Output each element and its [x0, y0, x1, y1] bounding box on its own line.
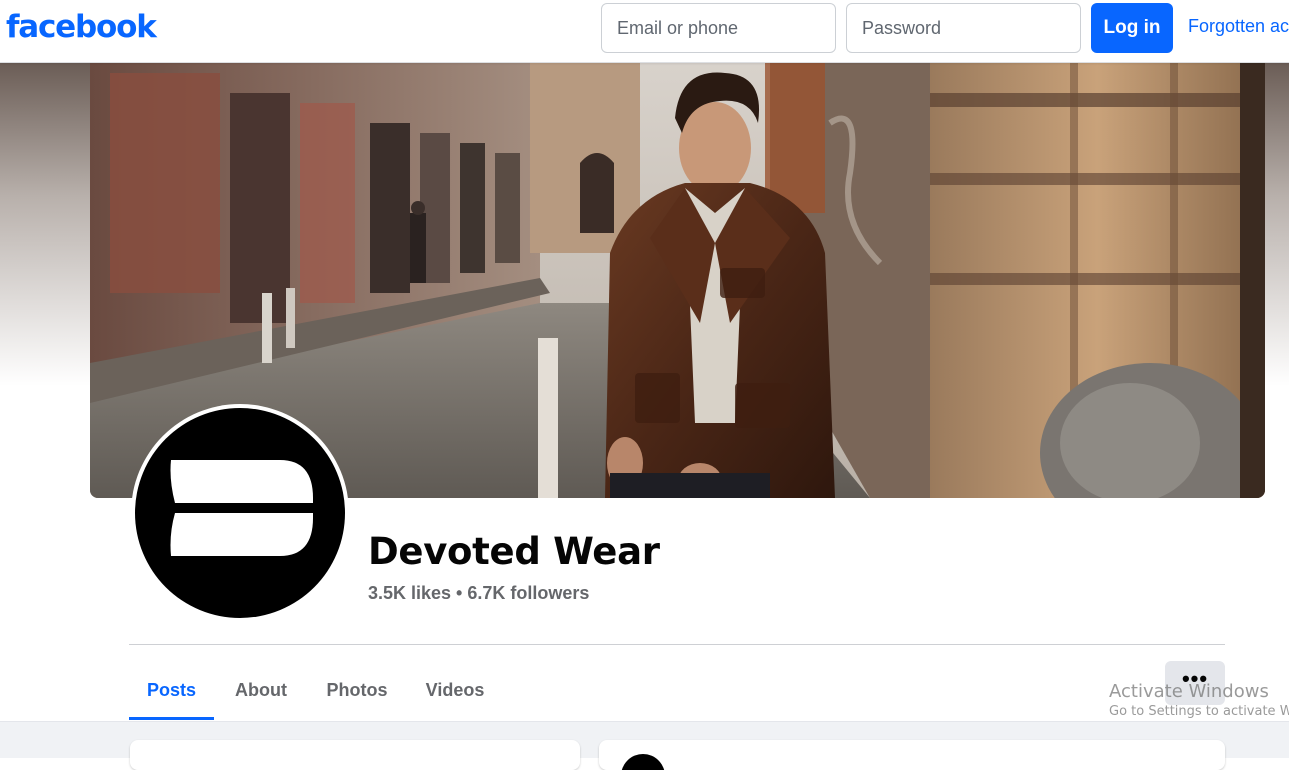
tab-videos[interactable]: Videos — [414, 660, 496, 720]
page-stats[interactable]: 3.5K likes • 6.7K followers — [368, 583, 589, 604]
login-button[interactable]: Log in — [1091, 3, 1173, 53]
tab-about[interactable]: About — [222, 660, 300, 720]
facebook-logo[interactable]: facebook — [6, 9, 157, 45]
devoted-wear-logo — [135, 408, 345, 618]
post-avatar[interactable] — [621, 754, 665, 770]
top-header: facebook Log in Forgotten account? — [0, 0, 1289, 63]
profile-avatar[interactable] — [131, 404, 349, 622]
more-options-button[interactable]: ••• — [1165, 661, 1225, 705]
divider — [129, 644, 1225, 645]
intro-card — [130, 740, 580, 770]
tab-posts[interactable]: Posts — [129, 660, 214, 720]
post-card — [599, 740, 1225, 770]
page-title: Devoted Wear — [368, 530, 660, 573]
ellipsis-icon: ••• — [1181, 666, 1209, 691]
email-input[interactable] — [601, 3, 836, 53]
watermark-subtitle: Go to Settings to activate Windows. — [1109, 704, 1289, 719]
tab-photos[interactable]: Photos — [315, 660, 399, 720]
forgotten-account-link[interactable]: Forgotten account? — [1188, 16, 1289, 37]
password-input[interactable] — [846, 3, 1081, 53]
